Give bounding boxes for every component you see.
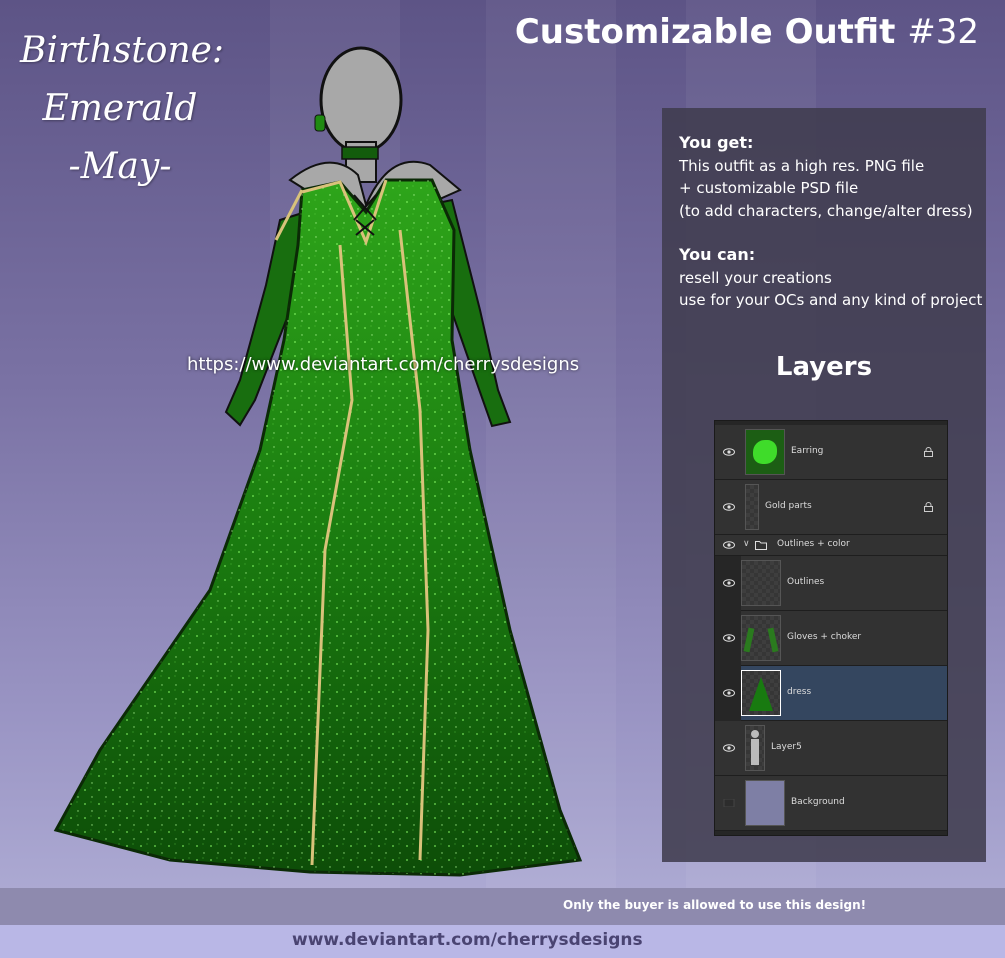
outline-icon xyxy=(741,560,781,606)
you-get-heading: You get: xyxy=(679,133,754,152)
watermark-url: https://www.deviantart.com/cherrysdesign… xyxy=(187,354,580,375)
layer-name: Outlines + color xyxy=(777,539,850,549)
green-stone-icon xyxy=(745,429,785,475)
visibility-off-icon[interactable] xyxy=(723,799,735,807)
you-get-line: (to add characters, change/alter dress) xyxy=(679,201,973,220)
layer-name: Earring xyxy=(791,446,824,456)
layer-row[interactable]: dress xyxy=(723,666,947,721)
eye-icon[interactable] xyxy=(723,503,735,511)
layer-row[interactable]: Earring xyxy=(715,425,947,480)
you-can-line: resell your creations xyxy=(679,268,832,287)
mannequin-icon xyxy=(745,725,765,771)
buyer-notice: Only the buyer is allowed to use this de… xyxy=(563,898,867,912)
outfit-illustration xyxy=(53,46,583,877)
footer-url[interactable]: www.deviantart.com/cherrysdesigns xyxy=(292,930,643,950)
layer-name: Outlines xyxy=(787,577,825,587)
choker xyxy=(341,146,379,160)
eye-icon[interactable] xyxy=(723,744,735,752)
folder-icon xyxy=(755,541,767,550)
footer-notice-bar: Only the buyer is allowed to use this de… xyxy=(0,888,1005,925)
layer-row[interactable]: ∨ Outlines + color xyxy=(715,535,947,556)
title-number: #32 xyxy=(907,12,979,52)
eye-icon[interactable] xyxy=(723,448,735,456)
you-can-heading: You can: xyxy=(679,245,756,264)
gloves-icon xyxy=(741,615,781,661)
info-text: You get: This outfit as a high res. PNG … xyxy=(679,132,982,312)
earring-icon xyxy=(314,114,326,132)
gold-lines-icon xyxy=(745,484,759,530)
layer-row[interactable]: Gold parts xyxy=(715,480,947,535)
layer-row[interactable]: Layer5 xyxy=(715,721,947,776)
eye-icon[interactable] xyxy=(723,689,735,697)
layer-row[interactable]: Outlines xyxy=(723,556,947,611)
layer-name: Gold parts xyxy=(765,501,812,511)
lock-icon[interactable] xyxy=(924,447,933,457)
you-get-line: + customizable PSD file xyxy=(679,179,859,197)
layer-row[interactable]: Gloves + choker xyxy=(723,611,947,666)
you-get-line: This outfit as a high res. PNG file xyxy=(679,156,925,175)
you-can-line: use for your OCs and any kind of project xyxy=(679,291,983,309)
eye-icon[interactable] xyxy=(723,579,735,587)
eye-icon[interactable] xyxy=(723,634,735,642)
info-panel: You get: This outfit as a high res. PNG … xyxy=(662,108,986,862)
footer-url-bar: www.deviantart.com/cherrysdesigns xyxy=(0,925,1005,958)
layers-panel[interactable]: Earring Gold parts ∨ Outlines + color Outlin… xyxy=(714,420,948,836)
dress-icon xyxy=(741,670,781,716)
layer-row[interactable]: Background xyxy=(715,776,947,831)
layer-name: dress xyxy=(787,687,812,697)
eye-icon[interactable] xyxy=(723,541,735,549)
background-swatch-icon xyxy=(745,780,785,826)
lock-icon[interactable] xyxy=(924,502,933,512)
layers-heading: Layers xyxy=(775,352,873,382)
layer-name: Background xyxy=(791,797,845,807)
layer-name: Layer5 xyxy=(771,742,802,752)
layer-name: Gloves + choker xyxy=(787,632,862,642)
chevron-down-icon[interactable]: ∨ xyxy=(743,539,750,549)
